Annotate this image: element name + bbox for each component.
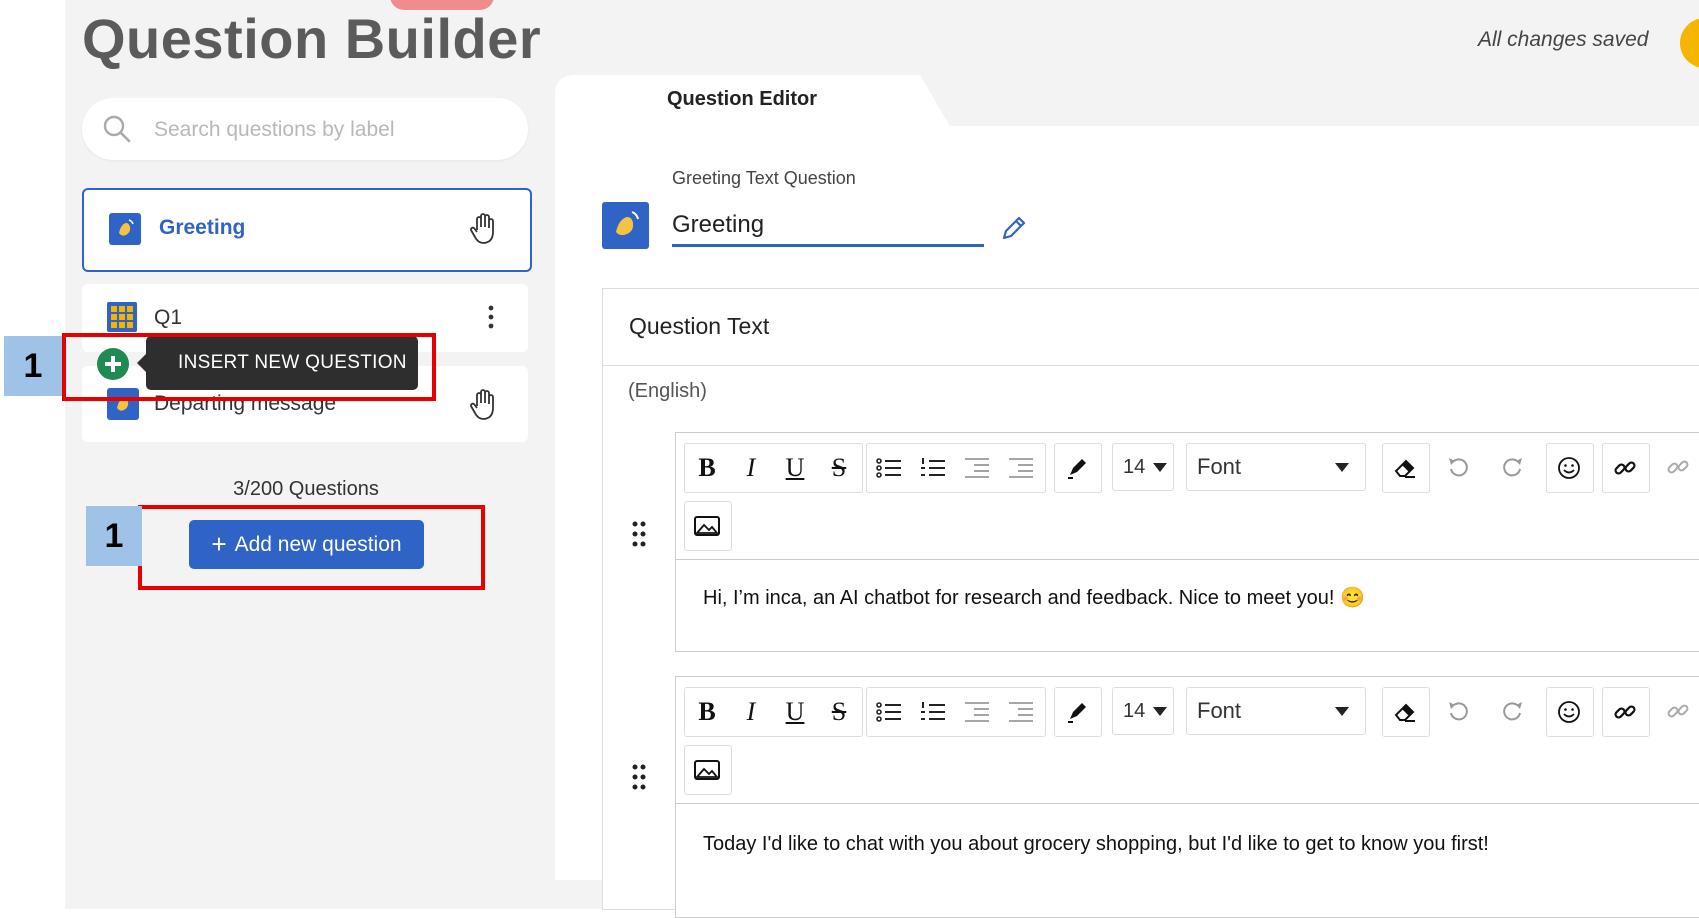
drag-handle-icon[interactable] [631, 520, 647, 553]
message-text[interactable]: Hi, I’m inca, an AI chatbot for research… [703, 585, 1365, 610]
indent-icon[interactable] [955, 444, 999, 492]
underline-button[interactable]: U [773, 444, 817, 492]
message-text[interactable]: Today I'd like to chat with you about gr… [703, 833, 1489, 856]
caret-down-icon [1153, 463, 1167, 472]
image-icon[interactable] [685, 502, 729, 550]
bold-button[interactable]: B [685, 444, 729, 492]
font-family-select[interactable]: Font [1186, 443, 1366, 491]
unlink-icon[interactable] [1656, 687, 1699, 735]
question-label: Greeting [159, 216, 246, 239]
text-color-icon[interactable] [1055, 444, 1099, 492]
save-status: All changes saved [1478, 28, 1649, 51]
highlight-box-insert [62, 333, 436, 401]
strikethrough-button[interactable]: S [817, 688, 861, 736]
eraser-icon[interactable] [1383, 444, 1427, 492]
edit-pencil-icon[interactable] [1000, 214, 1028, 247]
caret-down-icon [1335, 463, 1349, 472]
list-group [866, 687, 1046, 737]
color-group [1054, 443, 1102, 493]
link-group [1602, 443, 1650, 493]
numbered-list-icon[interactable] [911, 444, 955, 492]
outdent-icon[interactable] [999, 444, 1043, 492]
clear-format-group [1382, 443, 1430, 493]
font-size-select[interactable]: 14 [1112, 687, 1174, 735]
question-editor-tab-label: Question Editor [667, 88, 817, 110]
editor-toolbar: B I U S 14 Font [676, 433, 1699, 560]
outdent-icon[interactable] [999, 688, 1043, 736]
text-color-icon[interactable] [1055, 688, 1099, 736]
emoji-group [1546, 687, 1594, 737]
question-card-greeting[interactable]: Greeting [82, 188, 532, 272]
question-type-label: Greeting Text Question [672, 168, 856, 188]
emoji-icon[interactable] [1547, 444, 1591, 492]
undo-icon[interactable] [1436, 687, 1480, 735]
page-title: Question Builder [82, 7, 542, 70]
italic-button[interactable]: I [729, 688, 773, 736]
grid-icon [107, 302, 137, 337]
bullet-list-icon[interactable] [867, 444, 911, 492]
list-group [866, 443, 1046, 493]
more-vertical-icon[interactable] [486, 304, 496, 335]
step-badge-insert: 1 [4, 336, 62, 396]
question-text-panel: Question Text (English) B I U S 14 Font [602, 288, 1699, 918]
search-box[interactable] [82, 98, 528, 160]
hand-icon[interactable] [468, 210, 502, 251]
numbered-list-icon[interactable] [911, 688, 955, 736]
link-icon[interactable] [1603, 444, 1647, 492]
question-count: 3/200 Questions [233, 478, 379, 500]
waving-hand-icon [109, 213, 141, 250]
unlink-icon[interactable] [1656, 443, 1699, 491]
question-label-input[interactable] [672, 206, 984, 247]
search-icon [102, 114, 132, 149]
indent-icon[interactable] [955, 688, 999, 736]
clear-format-group [1382, 687, 1430, 737]
format-group: B I U S [684, 443, 863, 493]
redo-icon[interactable] [1491, 443, 1535, 491]
drag-handle-icon[interactable] [631, 763, 647, 796]
font-family-select[interactable]: Font [1186, 687, 1366, 735]
link-group [1602, 687, 1650, 737]
search-input[interactable] [152, 112, 506, 148]
font-family-value: Font [1197, 698, 1242, 723]
question-label: Q1 [154, 306, 183, 329]
waving-hand-icon [602, 202, 649, 249]
link-icon[interactable] [1603, 688, 1647, 736]
font-size-value: 14 [1123, 455, 1146, 478]
emoji-icon[interactable] [1547, 688, 1591, 736]
image-icon[interactable] [685, 746, 729, 794]
highlight-box-add [138, 505, 485, 590]
caret-down-icon [1153, 707, 1167, 716]
bold-button[interactable]: B [685, 688, 729, 736]
language-label: (English) [628, 380, 707, 402]
italic-button[interactable]: I [729, 444, 773, 492]
image-group [684, 745, 732, 795]
strikethrough-button[interactable]: S [817, 444, 861, 492]
image-group [684, 501, 732, 551]
rich-text-editor-2[interactable]: B I U S 14 Font Today I'd like to chat w… [675, 676, 1699, 918]
rich-text-editor-1[interactable]: B I U S 14 Font Hi, I’m inca, an AI chat… [675, 432, 1699, 652]
redo-icon[interactable] [1491, 687, 1535, 735]
bullet-list-icon[interactable] [867, 688, 911, 736]
color-group [1054, 687, 1102, 737]
font-size-value: 14 [1123, 699, 1146, 722]
font-family-value: Font [1197, 454, 1242, 479]
font-size-select[interactable]: 14 [1112, 443, 1174, 491]
emoji-group [1546, 443, 1594, 493]
question-text-header: Question Text [603, 289, 1699, 366]
undo-icon[interactable] [1436, 443, 1480, 491]
caret-down-icon [1335, 707, 1349, 716]
step-badge-add: 1 [86, 506, 142, 566]
question-text-title: Question Text [629, 313, 770, 339]
format-group: B I U S [684, 687, 863, 737]
underline-button[interactable]: U [773, 688, 817, 736]
eraser-icon[interactable] [1383, 688, 1427, 736]
editor-toolbar: B I U S 14 Font [676, 677, 1699, 804]
hand-icon[interactable] [468, 386, 502, 427]
